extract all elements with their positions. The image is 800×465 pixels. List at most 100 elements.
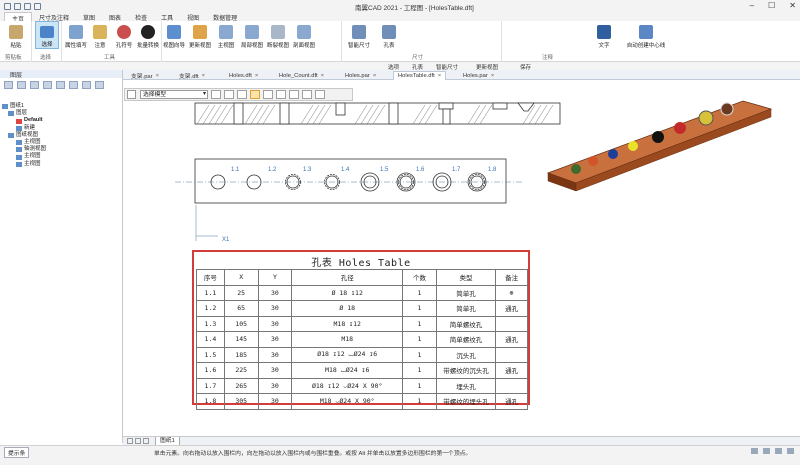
hole-label: 1.2 [268, 167, 277, 173]
table-cell: M18 ⌵Ø24 X 90° [291, 393, 404, 410]
show-layer-icon[interactable] [30, 81, 39, 89]
table-cell: 30 [257, 362, 293, 379]
hide-layer-icon[interactable] [43, 81, 52, 89]
arrow-right-icon[interactable] [289, 90, 299, 99]
next-sheet-icon[interactable] [143, 438, 149, 444]
save-icon[interactable] [4, 2, 11, 10]
prompt-tab[interactable]: 提示条 [4, 447, 30, 458]
tree-item[interactable]: 图层 [2, 110, 46, 117]
fit-icon[interactable] [775, 448, 782, 454]
close-tab-icon[interactable]: × [321, 73, 324, 79]
table-cell: M18 ↧12 [291, 315, 404, 332]
table-cell: 带螺纹的沉头孔 [435, 362, 497, 379]
minimize-icon[interactable]: – [750, 1, 754, 10]
table-cell: 30 [257, 284, 293, 301]
menu-inspect[interactable]: 检查 [128, 12, 154, 22]
tab-doc[interactable]: 支架.dft × [175, 71, 209, 81]
table-cell: 30 [257, 300, 293, 317]
tab-doc[interactable]: Holes.dft × [225, 71, 262, 80]
tree-item[interactable]: 主视图 [2, 161, 46, 168]
filter-layer-icon[interactable] [69, 81, 78, 89]
maximize-icon[interactable]: ☐ [768, 1, 775, 10]
column-header: 序号 [196, 269, 225, 286]
filter-option-icon[interactable] [237, 90, 247, 99]
filter-option-icon[interactable] [302, 90, 312, 99]
close-tab-icon[interactable]: × [373, 73, 376, 79]
hole-symbol-button[interactable]: 孔符号 [112, 21, 136, 49]
filter-option-icon[interactable] [263, 90, 273, 99]
zoom-out-icon[interactable] [763, 448, 770, 454]
menu-table[interactable]: 图表 [102, 12, 128, 22]
table-row: 1.6 225 30 M18 ⌴Ø24 ↧6 1 带螺纹的沉头孔 通孔 [196, 362, 528, 379]
note-icon [93, 25, 107, 39]
table-cell: ⊕ [495, 284, 528, 301]
tab-doc[interactable]: 支架.par × [127, 71, 163, 81]
close-tab-icon[interactable]: × [255, 73, 258, 79]
select-tool-icon[interactable] [127, 90, 136, 99]
smart-dimension-button[interactable]: 智能尺寸 [347, 21, 371, 49]
collapse-icon[interactable] [95, 81, 104, 89]
tree-item[interactable]: 图纸视图 [2, 132, 46, 139]
text-button[interactable]: 文字 [592, 21, 616, 49]
arrow-left-icon[interactable] [276, 90, 286, 99]
tab-doc[interactable]: Holes.par × [341, 71, 380, 80]
filter-option-icon[interactable] [211, 90, 221, 99]
close-tab-icon[interactable]: × [438, 73, 441, 79]
close-tab-icon[interactable]: × [491, 73, 494, 79]
property-button[interactable]: 属性填写 [64, 21, 88, 49]
redo-icon[interactable] [24, 2, 31, 10]
menu-dimensions[interactable]: 尺寸及注释 [32, 12, 76, 22]
undo-icon[interactable] [14, 2, 21, 10]
view-wizard-button[interactable]: 视图向导 [162, 21, 186, 49]
detail-view-button[interactable]: 局部视图 [240, 21, 264, 49]
tree-item[interactable]: Default [2, 117, 46, 124]
hole-table-button[interactable]: 孔表 [377, 21, 401, 49]
ribbon-group-clipboard: 粘贴 剪贴板 [0, 21, 32, 62]
first-sheet-icon[interactable] [127, 438, 133, 444]
lock-layer-icon[interactable] [56, 81, 65, 89]
close-icon[interactable]: ✕ [789, 1, 796, 10]
prev-sheet-icon[interactable] [135, 438, 141, 444]
auto-centerline-button[interactable]: 自动创建中心线 [624, 21, 668, 49]
break-view-button[interactable]: 断裂视图 [266, 21, 290, 49]
close-tab-icon[interactable]: × [156, 73, 159, 79]
menu-data[interactable]: 数据管理 [206, 12, 244, 22]
filter-select[interactable]: 选择模型 [140, 90, 208, 99]
section-view-button[interactable]: 剖面视图 [292, 21, 316, 49]
menu-home[interactable]: 主页 [4, 12, 33, 23]
menu-view[interactable]: 视图 [180, 12, 206, 22]
menu-sketch[interactable]: 草图 [76, 12, 102, 22]
tab-doc[interactable]: Hole_Count.dft × [275, 71, 328, 80]
note-button[interactable]: 注意 [88, 21, 112, 49]
tab-doc[interactable]: Holes.par × [459, 71, 498, 80]
pan-icon[interactable] [787, 448, 794, 454]
view-icon [16, 161, 22, 167]
paste-button[interactable]: 粘贴 [4, 21, 28, 49]
close-filter-icon[interactable] [315, 90, 325, 99]
smart-dimension-icon [352, 25, 366, 39]
table-cell: 65 [223, 300, 259, 317]
batch-convert-button[interactable]: 批量转换 [136, 21, 160, 49]
filter-option-icon[interactable] [224, 90, 234, 99]
holes-table[interactable]: 孔表 Holes Table 序号 X Y 孔径 个数 类型 备注 1.1 25 3… [192, 250, 530, 410]
tree-item[interactable]: 主视图 [2, 153, 46, 160]
principal-view-button[interactable]: 主视图 [214, 21, 238, 49]
update-view-button[interactable]: 更新视图 [188, 21, 212, 49]
quick-access-toolbar [0, 2, 41, 10]
layer-tree: 图纸1 图层 Default 新建 图纸视图 主视图 轴测视图 主视图 主视图 [2, 103, 46, 168]
delete-layer-icon[interactable] [17, 81, 26, 89]
tab-doc-active[interactable]: HolesTable.dft × [393, 71, 447, 80]
print-icon[interactable] [34, 2, 41, 10]
zoom-in-icon[interactable] [751, 448, 758, 454]
select-button[interactable]: 选择 [35, 21, 59, 49]
isometric-model [546, 100, 773, 192]
layer-panel: 图层 图纸1 图层 Default 新建 图纸视图 主视图 轴测视图 主视图 主… [0, 70, 123, 443]
expand-icon[interactable] [82, 81, 91, 89]
close-tab-icon[interactable]: × [202, 73, 205, 79]
filter-option-active-icon[interactable] [250, 90, 260, 99]
window-controls: – ☐ ✕ [750, 1, 796, 10]
menu-tools[interactable]: 工具 [154, 12, 180, 22]
table-cell: 1.1 [196, 284, 225, 301]
new-layer-icon[interactable] [4, 81, 13, 89]
tree-item[interactable]: 新建 [2, 125, 46, 132]
